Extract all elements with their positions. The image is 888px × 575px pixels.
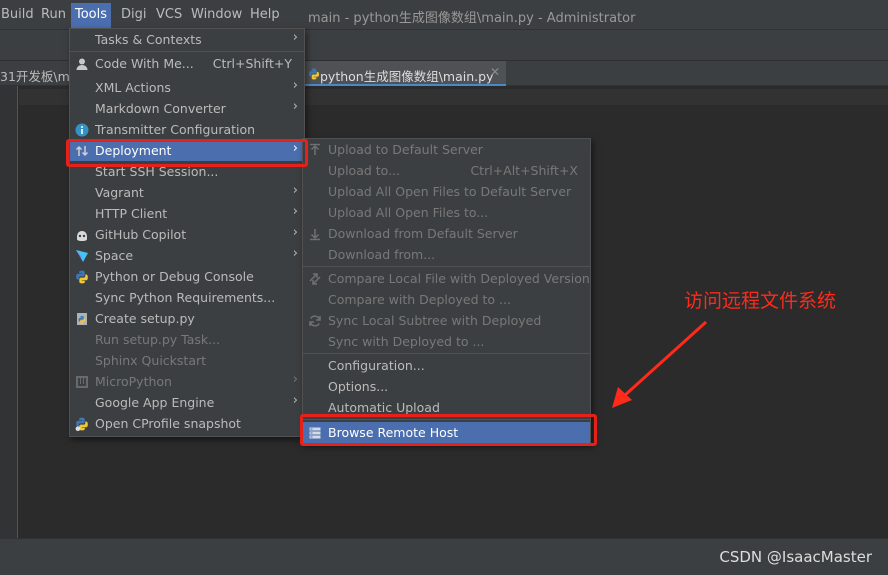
watermark: CSDN @IsaacMaster xyxy=(719,548,872,566)
annotation-label: 访问远程文件系统 xyxy=(684,290,837,312)
